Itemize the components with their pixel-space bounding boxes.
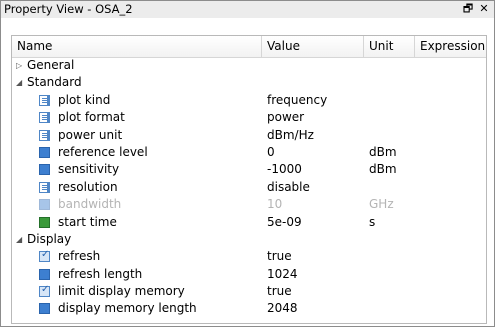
group-general[interactable]: ▷ General [12, 57, 486, 74]
property-value[interactable]: true [267, 283, 292, 300]
property-value[interactable]: true [267, 248, 292, 265]
group-label: Standard [27, 75, 82, 90]
combo-list-icon [39, 94, 50, 106]
property-name: resolution [58, 179, 118, 194]
checkbox-icon [39, 249, 50, 263]
property-name: reference level [58, 144, 148, 159]
property-row[interactable]: plot format power [12, 109, 486, 126]
property-name: bandwidth [58, 197, 122, 212]
property-name: plot kind [58, 92, 111, 107]
property-row[interactable]: resolution disable [12, 179, 486, 196]
combo-list-icon [39, 181, 50, 193]
combo-list-icon [39, 112, 50, 124]
property-value[interactable]: 0 [267, 144, 275, 161]
property-grid: Name Value Unit Expression ▷ General ◢ S… [11, 35, 487, 324]
group-label: Display [27, 231, 72, 246]
combo-list-icon [39, 129, 50, 141]
group-display[interactable]: ◢ Display [12, 231, 486, 248]
numeric-field-icon [39, 199, 50, 211]
property-name: start time [58, 214, 117, 229]
column-header-row: Name Value Unit Expression [12, 36, 486, 58]
property-value[interactable]: power [267, 109, 304, 126]
property-name: power unit [58, 127, 123, 142]
property-row[interactable]: reference level 0 dBm [12, 144, 486, 161]
column-header-expression[interactable]: Expression [415, 36, 486, 57]
collapse-arrow-icon[interactable]: ◢ [16, 231, 22, 248]
property-view-window: Property View - OSA_2 🗗 ✕ Name Value Uni… [0, 0, 495, 327]
close-window-icon[interactable]: ✕ [477, 2, 491, 16]
property-row[interactable]: sensitivity -1000 dBm [12, 161, 486, 178]
property-row[interactable]: start time 5e-09 s [12, 214, 486, 231]
property-unit: dBm [369, 144, 397, 159]
property-unit: s [369, 214, 376, 229]
restore-window-icon[interactable]: 🗗 [461, 2, 475, 16]
numeric-field-icon [39, 268, 50, 280]
property-name: limit display memory [58, 284, 185, 299]
property-value[interactable]: 2048 [267, 300, 298, 317]
property-row[interactable]: power unit dBm/Hz [12, 127, 486, 144]
property-name: plot format [58, 110, 125, 125]
property-unit: dBm [369, 162, 397, 177]
collapse-arrow-icon[interactable]: ◢ [16, 74, 22, 91]
property-rows: ▷ General ◢ Standard plot kind frequency p… [12, 57, 486, 318]
property-value[interactable]: -1000 [267, 161, 302, 178]
property-row[interactable]: display memory length 2048 [12, 300, 486, 317]
numeric-field-green-icon [39, 216, 50, 228]
column-header-value[interactable]: Value [262, 36, 364, 57]
property-value: 10 [267, 197, 283, 212]
property-name: refresh length [58, 266, 143, 281]
property-row[interactable]: plot kind frequency [12, 92, 486, 109]
numeric-field-icon [39, 146, 50, 158]
column-header-name[interactable]: Name [12, 36, 262, 57]
property-value[interactable]: dBm/Hz [267, 127, 314, 144]
window-title: Property View - OSA_2 [4, 2, 133, 16]
property-value[interactable]: 5e-09 [267, 214, 302, 231]
property-name: refresh [58, 249, 101, 264]
property-row: bandwidth 10 GHz [12, 196, 486, 213]
numeric-field-icon [39, 164, 50, 176]
property-name: sensitivity [58, 162, 120, 177]
property-row[interactable]: refresh true [12, 248, 486, 265]
property-name: display memory length [58, 301, 197, 316]
group-standard[interactable]: ◢ Standard [12, 74, 486, 91]
checkbox-icon [39, 284, 50, 298]
property-row[interactable]: refresh length 1024 [12, 266, 486, 283]
numeric-field-icon [39, 303, 50, 315]
column-header-unit[interactable]: Unit [364, 36, 415, 57]
group-label: General [27, 58, 75, 72]
property-row[interactable]: limit display memory true [12, 283, 486, 300]
property-value[interactable]: frequency [267, 92, 327, 109]
expand-arrow-icon[interactable]: ▷ [16, 57, 22, 74]
property-value[interactable]: 1024 [267, 266, 298, 283]
title-bar: Property View - OSA_2 🗗 ✕ [1, 1, 494, 18]
property-unit: GHz [369, 197, 394, 212]
property-value[interactable]: disable [267, 179, 310, 196]
